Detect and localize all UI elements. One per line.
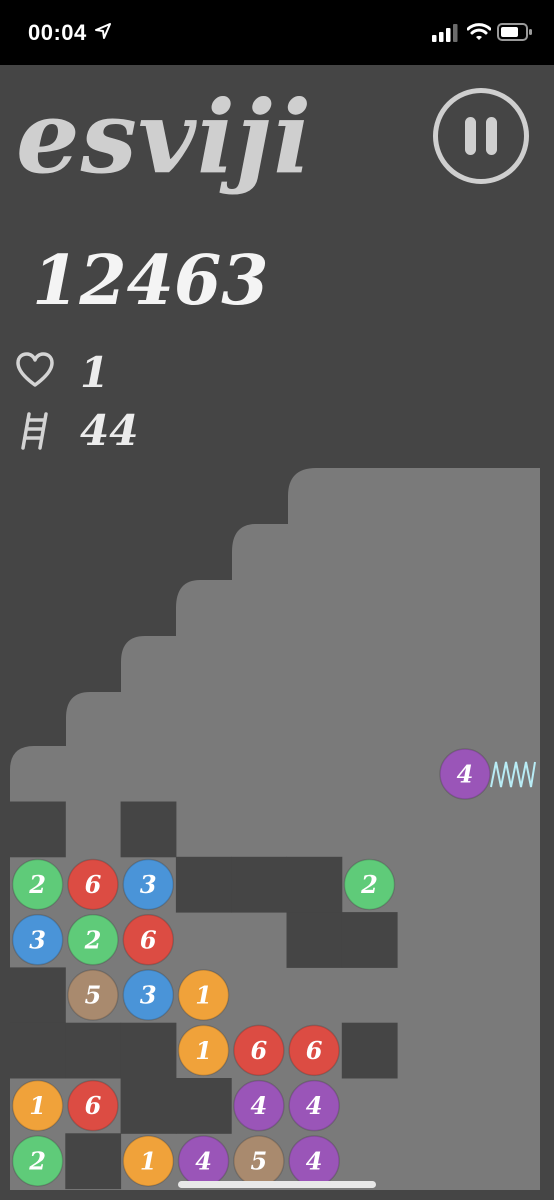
ball-number: 1 <box>140 1146 157 1175</box>
ball-number: 5 <box>85 981 102 1010</box>
blocked-cell <box>10 801 66 858</box>
board-ball[interactable]: 1 <box>11 1079 64 1132</box>
board-ball[interactable]: 3 <box>122 969 174 1021</box>
board-ball[interactable]: 1 <box>177 969 230 1021</box>
blocked-cell <box>341 1022 398 1079</box>
ball-number: 2 <box>360 870 378 899</box>
ball-number: 6 <box>85 870 102 899</box>
board-ball[interactable]: 2 <box>11 858 64 911</box>
heart-icon <box>16 352 54 387</box>
board-ball[interactable]: 6 <box>288 1024 340 1077</box>
blocked-cell <box>65 1022 122 1079</box>
blocked-cell <box>341 912 398 968</box>
blocked-cell <box>175 1078 232 1134</box>
blocked-cell <box>120 801 177 858</box>
board-ball[interactable]: 4 <box>288 1079 340 1132</box>
blocked-cell <box>120 1078 177 1134</box>
blocked-cell <box>231 856 287 913</box>
board-ball[interactable]: 2 <box>11 1135 64 1187</box>
score-value: 12463 <box>32 241 269 321</box>
blocked-cell <box>10 1022 66 1079</box>
board-ball[interactable]: 2 <box>343 858 396 911</box>
blocked-cell <box>286 912 343 968</box>
ball-number: 6 <box>140 925 157 954</box>
home-indicator <box>178 1181 376 1188</box>
level-value: 44 <box>80 406 139 455</box>
status-time: 00:04 <box>28 20 87 45</box>
ball-number: 3 <box>140 981 157 1010</box>
ball-number: 6 <box>85 1091 102 1120</box>
ball-number: 5 <box>250 1146 267 1175</box>
ball-number: 4 <box>457 760 474 789</box>
ball-number: 6 <box>250 1036 267 1065</box>
ball-number: 2 <box>28 870 46 899</box>
blocked-cell <box>65 1133 122 1190</box>
wifi-icon <box>467 23 491 40</box>
board-ball[interactable]: 4 <box>177 1135 230 1187</box>
pause-icon <box>465 117 476 155</box>
board-ball[interactable]: 5 <box>67 969 119 1021</box>
board-ball[interactable]: 5 <box>233 1135 285 1187</box>
battery-icon <box>497 23 532 41</box>
ball-number: 4 <box>250 1091 267 1120</box>
board-ball[interactable]: 1 <box>122 1135 174 1187</box>
cellular-signal-icon <box>432 24 458 42</box>
ball-number: 2 <box>28 1146 46 1175</box>
board-ball[interactable]: 4 <box>288 1135 340 1187</box>
ladder-icon <box>21 412 48 450</box>
board-ball[interactable]: 1 <box>177 1024 230 1077</box>
blocked-cell <box>120 1022 177 1079</box>
lives-value: 1 <box>80 348 110 397</box>
blocked-cell <box>175 856 232 913</box>
board-ball[interactable]: 3 <box>11 914 64 966</box>
ball-number: 4 <box>306 1091 323 1120</box>
ball-number: 6 <box>306 1036 323 1065</box>
game-board[interactable]: 2 6 3 2 3 2 6 5 3 1 1 6 6 1 6 4 4 2 1 4 5 4 4 <box>0 460 554 1200</box>
ball-number: 1 <box>29 1091 46 1120</box>
blocked-cell <box>286 856 343 913</box>
pause-button[interactable] <box>433 88 529 184</box>
status-bar: 00:04 <box>0 0 554 65</box>
board-ball[interactable]: 3 <box>122 858 174 911</box>
ball-number: 3 <box>140 870 157 899</box>
ball-number: 2 <box>84 925 102 954</box>
ball-number: 1 <box>195 981 212 1010</box>
board-ball[interactable]: 6 <box>233 1024 285 1077</box>
board-ball[interactable]: 2 <box>67 914 119 966</box>
location-arrow-icon <box>95 23 111 39</box>
blocked-cell <box>10 967 66 1024</box>
board-ball[interactable]: 4 <box>233 1079 285 1132</box>
app-title: esviji <box>16 78 313 196</box>
launcher-ball[interactable]: 4 <box>439 748 491 800</box>
board-ball[interactable]: 6 <box>67 858 119 911</box>
ball-number: 4 <box>306 1146 323 1175</box>
board-ball[interactable]: 6 <box>67 1079 119 1132</box>
ball-number: 4 <box>195 1146 212 1175</box>
ball-number: 3 <box>29 925 46 954</box>
board-ball[interactable]: 6 <box>122 914 174 966</box>
ball-number: 1 <box>195 1036 212 1065</box>
